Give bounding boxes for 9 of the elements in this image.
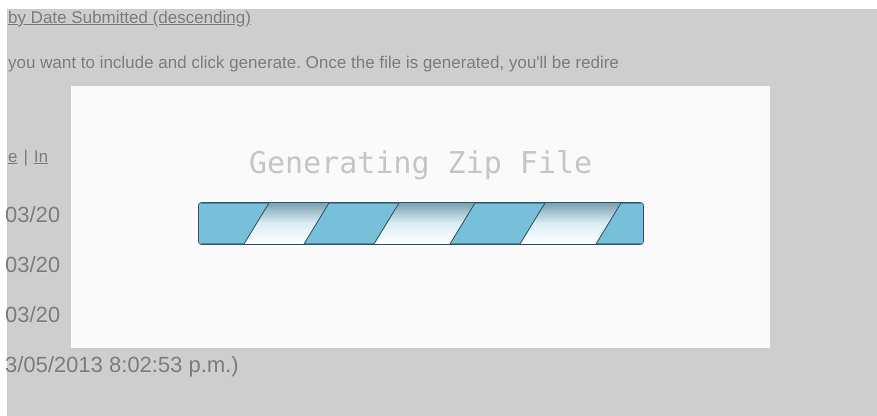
separator: |	[23, 146, 28, 168]
instructions-text: you want to include and click generate. Once the file is generated, you'll be redire	[8, 52, 620, 74]
link[interactable]: In	[34, 144, 48, 169]
link[interactable]: e	[8, 144, 18, 169]
sort-link[interactable]: by Date Submitted (descending)	[8, 8, 251, 28]
submission-date: 03/20	[5, 301, 60, 329]
submission-date: 03/20	[5, 201, 60, 229]
submission-date: 3/05/2013 8:02:53 p.m.)	[5, 351, 239, 379]
submission-date: 03/20	[5, 251, 60, 279]
